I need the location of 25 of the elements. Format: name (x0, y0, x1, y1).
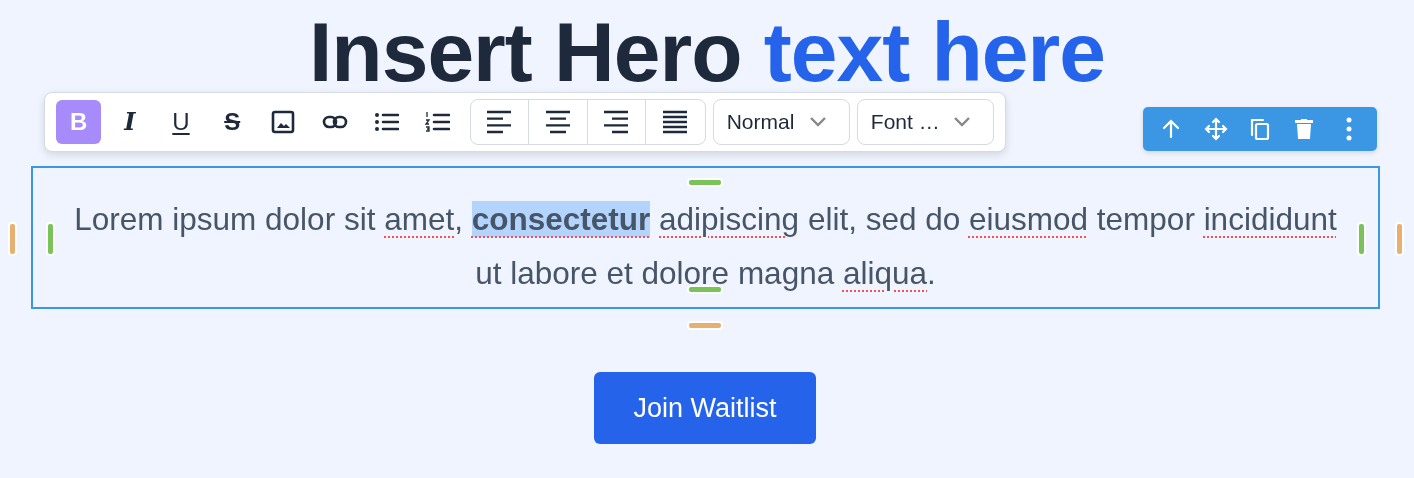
numbered-list-icon (424, 109, 450, 135)
hero-heading: Insert Hero text here (308, 10, 1106, 94)
format-button[interactable]: I (107, 100, 153, 144)
align-center-icon (543, 109, 572, 135)
align-right-icon (602, 109, 631, 135)
align-justify-icon (661, 109, 690, 135)
resize-handle[interactable] (687, 321, 723, 330)
move-icon (1203, 117, 1228, 141)
image-icon (270, 109, 297, 135)
chevron-down-icon (953, 116, 972, 128)
resize-handle[interactable] (8, 222, 17, 256)
resize-handle[interactable] (687, 285, 723, 294)
format-button[interactable]: U (158, 100, 204, 144)
join-waitlist-button[interactable]: Join Waitlist (594, 372, 816, 444)
dropdown[interactable]: Normal (712, 99, 850, 145)
resize-handle[interactable] (1395, 222, 1404, 256)
more-icon (1345, 117, 1352, 141)
dropdown[interactable]: Font … (856, 99, 995, 145)
align-left-icon (485, 109, 514, 135)
chevron-down-icon (808, 116, 827, 128)
resize-handle[interactable] (1357, 222, 1366, 256)
format-button[interactable]: S (209, 100, 255, 144)
paragraph-text: Lorem ipsum dolor sit amet, consectetur adipiscing elit, sed do eiusmod tempor incididunt ut labore et dolore magna aliqua. (73, 200, 1338, 293)
resize-handle[interactable] (687, 178, 723, 187)
resize-handle[interactable] (46, 222, 55, 256)
